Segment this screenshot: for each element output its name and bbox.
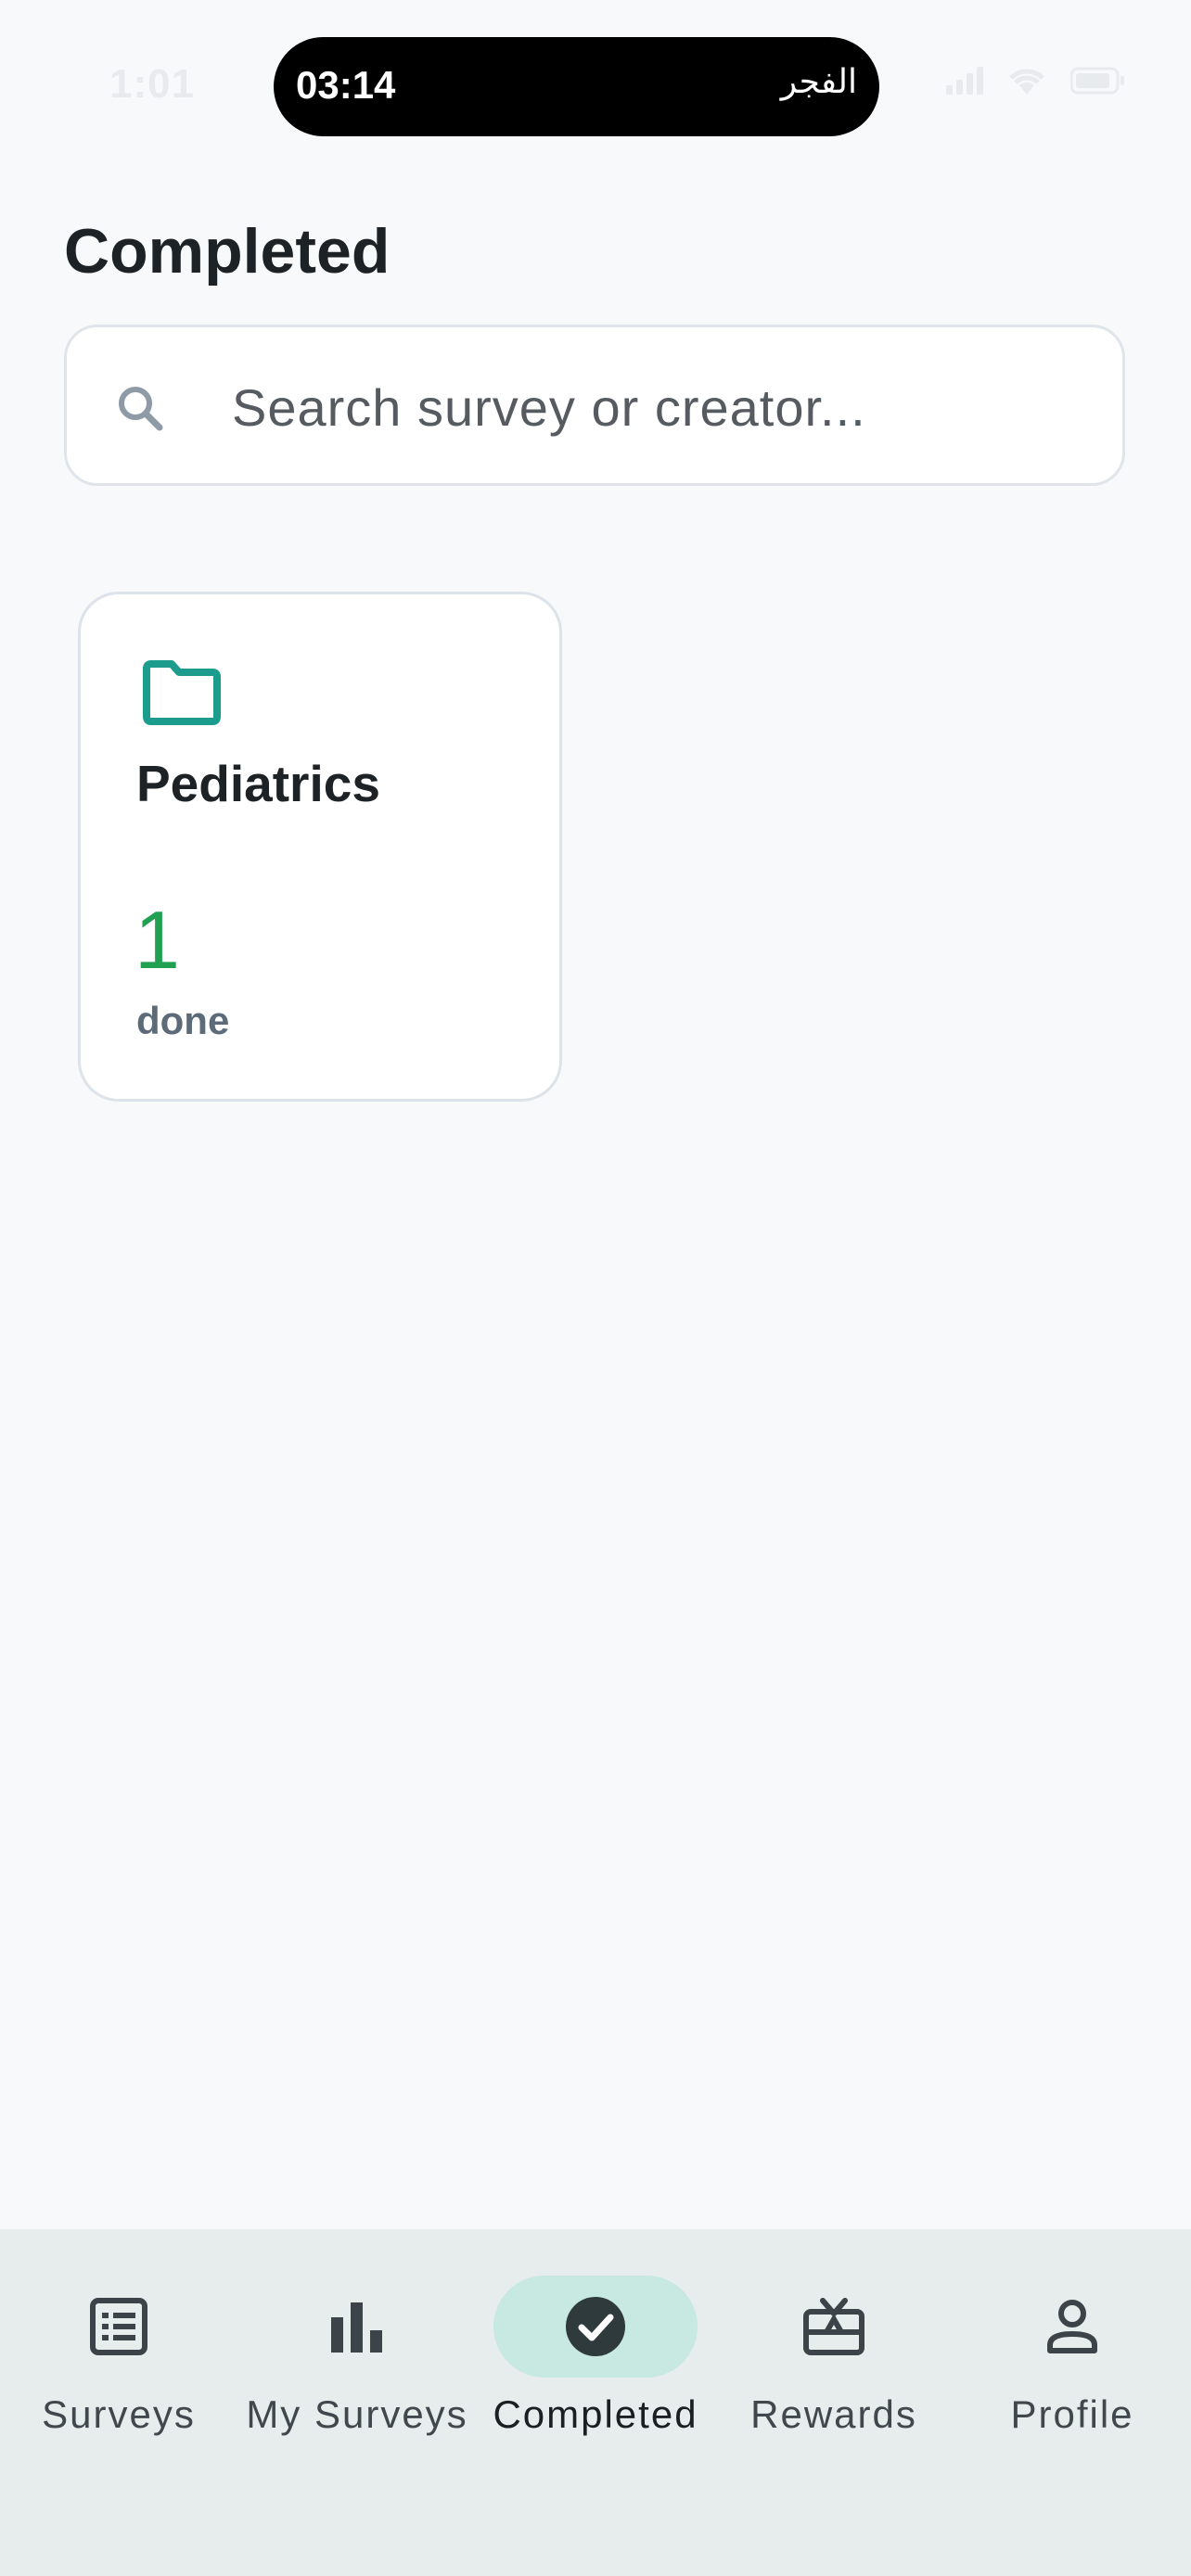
signal-icon [946,67,983,95]
category-name: Pediatrics [136,755,380,812]
nav-label: Rewards [750,2392,917,2436]
completed-count-label: done [136,999,230,1042]
nav-label: Surveys [42,2392,196,2436]
check-circle-icon [566,2297,625,2356]
bottom-nav: Surveys My Surveys Completed Rewards Pro… [0,2229,1191,2576]
wifi-icon [1009,69,1044,95]
battery-icon [1070,67,1124,95]
nav-item-rewards[interactable]: Rewards [715,2229,953,2470]
activity-time: 03:14 [296,63,396,107]
bar-chart-icon [331,2302,382,2353]
completed-count: 1 [134,894,180,986]
person-icon [1047,2300,1097,2353]
status-bar: 1:01 03:14 الفجر [0,0,1191,148]
status-icons [946,65,1126,96]
page-title: Completed [64,216,391,287]
nav-label: My Surveys [246,2392,468,2436]
gift-card-icon [803,2298,864,2355]
nav-item-my-surveys[interactable]: My Surveys [238,2229,476,2470]
search-box[interactable] [64,325,1125,486]
search-input[interactable] [230,364,1069,450]
nav-item-surveys[interactable]: Surveys [0,2229,237,2470]
search-icon [119,387,163,431]
folder-icon [143,660,221,725]
live-activity-pill[interactable]: 03:14 الفجر [274,37,879,136]
category-card-pediatrics[interactable]: Pediatrics 1 done [78,592,562,1102]
list-icon [90,2298,147,2355]
status-time: 1:01 [109,61,196,107]
nav-item-profile[interactable]: Profile [954,2229,1191,2470]
nav-item-completed[interactable]: Completed [477,2229,714,2470]
nav-label: Profile [1010,2392,1134,2436]
nav-label: Completed [493,2392,698,2436]
activity-label: الفجر [780,63,857,101]
